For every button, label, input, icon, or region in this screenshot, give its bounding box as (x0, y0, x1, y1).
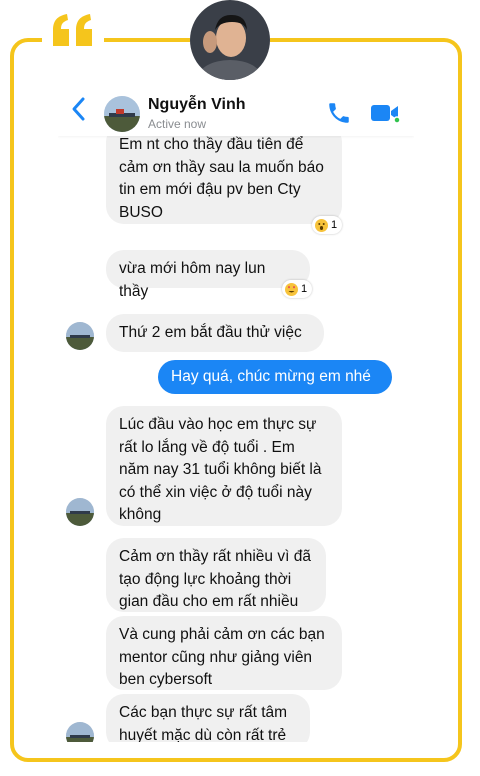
reaction-count: 1 (301, 283, 308, 295)
message-reaction[interactable]: 1 (312, 216, 343, 234)
message-bubble: Các bạn thực sự rất tâm huyết mặc dù còn… (106, 694, 310, 742)
contact-avatar[interactable] (104, 96, 140, 132)
phone-icon (329, 103, 349, 123)
message-bubble: Thứ 2 em bắt đầu thử việc (106, 314, 324, 352)
messenger-screen: Em nt cho thầy đầu tiên để cảm ơn thầy s… (58, 82, 414, 742)
chevron-left-icon (72, 97, 85, 121)
voice-call-button[interactable] (326, 100, 352, 126)
contact-name[interactable]: Nguyễn Vinh (148, 96, 246, 114)
message-bubble: Lúc đầu vào học em thực sự rất lo lắng v… (106, 406, 342, 526)
heart-eyes-face-icon (285, 282, 298, 296)
video-camera-icon (371, 105, 401, 124)
quote-mark-icon (42, 0, 104, 60)
sender-avatar (66, 322, 94, 350)
video-call-button[interactable] (370, 102, 401, 124)
back-button[interactable] (68, 96, 88, 122)
sender-avatar (66, 722, 94, 742)
contact-status: Active now (148, 117, 207, 131)
message-reaction[interactable]: 1 (282, 280, 313, 298)
sender-avatar (66, 498, 94, 526)
surprised-face-icon (315, 218, 328, 232)
featured-person-photo (190, 0, 270, 80)
reaction-count: 1 (331, 219, 338, 231)
message-bubble: Và cung phải cảm ơn các bạn mentor cũng … (106, 616, 342, 690)
message-bubble-outgoing: Hay quá, chúc mừng em nhé (158, 360, 392, 394)
message-bubble: Em nt cho thầy đầu tiên để cảm ơn thầy s… (106, 124, 342, 224)
chat-header: Nguyễn Vinh Active now (58, 82, 414, 136)
message-bubble: vừa mới hôm nay lun thầy (106, 250, 310, 300)
message-bubble: Cảm ơn thầy rất nhiều vì đã tạo động lực… (106, 538, 326, 612)
